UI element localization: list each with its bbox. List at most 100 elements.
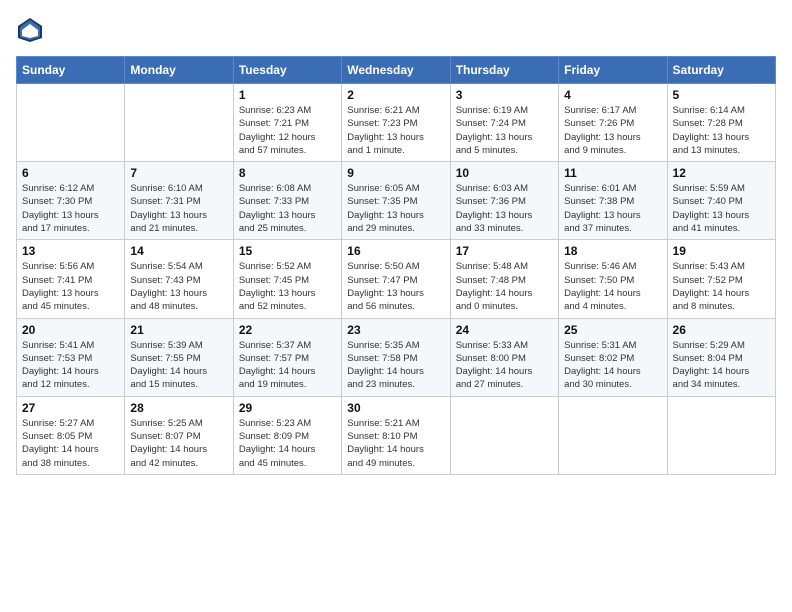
weekday-header: Wednesday bbox=[342, 57, 450, 84]
day-info: Sunrise: 6:23 AM Sunset: 7:21 PM Dayligh… bbox=[239, 104, 336, 157]
day-number: 11 bbox=[564, 166, 661, 180]
day-number: 23 bbox=[347, 323, 444, 337]
day-number: 28 bbox=[130, 401, 227, 415]
day-info: Sunrise: 5:33 AM Sunset: 8:00 PM Dayligh… bbox=[456, 339, 553, 392]
day-number: 4 bbox=[564, 88, 661, 102]
calendar-cell: 11 Sunrise: 6:01 AM Sunset: 7:38 PM Dayli… bbox=[559, 162, 667, 240]
calendar-cell: 23 Sunrise: 5:35 AM Sunset: 7:58 PM Dayli… bbox=[342, 318, 450, 396]
day-info: Sunrise: 5:52 AM Sunset: 7:45 PM Dayligh… bbox=[239, 260, 336, 313]
calendar-cell: 8 Sunrise: 6:08 AM Sunset: 7:33 PM Daylig… bbox=[233, 162, 341, 240]
calendar-cell: 3Sunrise: 6:19 AM Sunset: 7:24 PM Daylig… bbox=[450, 84, 558, 162]
calendar-cell: 29 Sunrise: 5:23 AM Sunset: 8:09 PM Dayli… bbox=[233, 396, 341, 474]
day-number: 21 bbox=[130, 323, 227, 337]
calendar-cell bbox=[125, 84, 233, 162]
day-number: 25 bbox=[564, 323, 661, 337]
day-info: Sunrise: 5:23 AM Sunset: 8:09 PM Dayligh… bbox=[239, 417, 336, 470]
day-info: Sunrise: 6:03 AM Sunset: 7:36 PM Dayligh… bbox=[456, 182, 553, 235]
day-info: Sunrise: 6:19 AM Sunset: 7:24 PM Dayligh… bbox=[456, 104, 553, 157]
day-info: Sunrise: 5:25 AM Sunset: 8:07 PM Dayligh… bbox=[130, 417, 227, 470]
day-number: 2 bbox=[347, 88, 444, 102]
day-number: 22 bbox=[239, 323, 336, 337]
calendar-cell: 20 Sunrise: 5:41 AM Sunset: 7:53 PM Dayli… bbox=[17, 318, 125, 396]
day-info: Sunrise: 6:05 AM Sunset: 7:35 PM Dayligh… bbox=[347, 182, 444, 235]
day-info: Sunrise: 5:31 AM Sunset: 8:02 PM Dayligh… bbox=[564, 339, 661, 392]
day-info: Sunrise: 5:59 AM Sunset: 7:40 PM Dayligh… bbox=[673, 182, 770, 235]
calendar-cell: 25 Sunrise: 5:31 AM Sunset: 8:02 PM Dayli… bbox=[559, 318, 667, 396]
calendar-cell bbox=[450, 396, 558, 474]
calendar-cell: 7Sunrise: 6:10 AM Sunset: 7:31 PM Daylig… bbox=[125, 162, 233, 240]
day-info: Sunrise: 5:21 AM Sunset: 8:10 PM Dayligh… bbox=[347, 417, 444, 470]
day-number: 18 bbox=[564, 244, 661, 258]
day-number: 13 bbox=[22, 244, 119, 258]
calendar-cell: 4Sunrise: 6:17 AM Sunset: 7:26 PM Daylig… bbox=[559, 84, 667, 162]
day-number: 9 bbox=[347, 166, 444, 180]
day-number: 14 bbox=[130, 244, 227, 258]
calendar-week-row: 13 Sunrise: 5:56 AM Sunset: 7:41 PM Dayli… bbox=[17, 240, 776, 318]
day-info: Sunrise: 5:39 AM Sunset: 7:55 PM Dayligh… bbox=[130, 339, 227, 392]
weekday-header: Friday bbox=[559, 57, 667, 84]
calendar-cell: 28 Sunrise: 5:25 AM Sunset: 8:07 PM Dayli… bbox=[125, 396, 233, 474]
day-info: Sunrise: 5:50 AM Sunset: 7:47 PM Dayligh… bbox=[347, 260, 444, 313]
calendar-cell bbox=[667, 396, 775, 474]
day-number: 19 bbox=[673, 244, 770, 258]
calendar-cell: 30 Sunrise: 5:21 AM Sunset: 8:10 PM Dayli… bbox=[342, 396, 450, 474]
weekday-header: Monday bbox=[125, 57, 233, 84]
day-number: 17 bbox=[456, 244, 553, 258]
day-number: 5 bbox=[673, 88, 770, 102]
calendar-cell: 13 Sunrise: 5:56 AM Sunset: 7:41 PM Dayli… bbox=[17, 240, 125, 318]
day-number: 20 bbox=[22, 323, 119, 337]
day-info: Sunrise: 5:54 AM Sunset: 7:43 PM Dayligh… bbox=[130, 260, 227, 313]
calendar-cell: 9 Sunrise: 6:05 AM Sunset: 7:35 PM Daylig… bbox=[342, 162, 450, 240]
calendar-cell bbox=[17, 84, 125, 162]
day-info: Sunrise: 6:12 AM Sunset: 7:30 PM Dayligh… bbox=[22, 182, 119, 235]
day-number: 15 bbox=[239, 244, 336, 258]
calendar-week-row: 1 Sunrise: 6:23 AM Sunset: 7:21 PM Daylig… bbox=[17, 84, 776, 162]
day-info: Sunrise: 5:29 AM Sunset: 8:04 PM Dayligh… bbox=[673, 339, 770, 392]
calendar-cell: 10 Sunrise: 6:03 AM Sunset: 7:36 PM Dayli… bbox=[450, 162, 558, 240]
weekday-header-row: SundayMondayTuesdayWednesdayThursdayFrid… bbox=[17, 57, 776, 84]
day-number: 30 bbox=[347, 401, 444, 415]
calendar-cell: 17 Sunrise: 5:48 AM Sunset: 7:48 PM Dayli… bbox=[450, 240, 558, 318]
calendar-cell: 27Sunrise: 5:27 AM Sunset: 8:05 PM Dayli… bbox=[17, 396, 125, 474]
weekday-header: Thursday bbox=[450, 57, 558, 84]
calendar-cell: 16 Sunrise: 5:50 AM Sunset: 7:47 PM Dayli… bbox=[342, 240, 450, 318]
calendar-cell bbox=[559, 396, 667, 474]
day-number: 26 bbox=[673, 323, 770, 337]
day-number: 1 bbox=[239, 88, 336, 102]
calendar-cell: 18Sunrise: 5:46 AM Sunset: 7:50 PM Dayli… bbox=[559, 240, 667, 318]
day-number: 8 bbox=[239, 166, 336, 180]
day-info: Sunrise: 5:43 AM Sunset: 7:52 PM Dayligh… bbox=[673, 260, 770, 313]
day-number: 16 bbox=[347, 244, 444, 258]
day-info: Sunrise: 6:01 AM Sunset: 7:38 PM Dayligh… bbox=[564, 182, 661, 235]
calendar-cell: 5 Sunrise: 6:14 AM Sunset: 7:28 PM Daylig… bbox=[667, 84, 775, 162]
logo bbox=[16, 16, 48, 44]
day-number: 10 bbox=[456, 166, 553, 180]
day-number: 24 bbox=[456, 323, 553, 337]
calendar-cell: 22Sunrise: 5:37 AM Sunset: 7:57 PM Dayli… bbox=[233, 318, 341, 396]
day-info: Sunrise: 6:10 AM Sunset: 7:31 PM Dayligh… bbox=[130, 182, 227, 235]
weekday-header: Tuesday bbox=[233, 57, 341, 84]
day-number: 29 bbox=[239, 401, 336, 415]
calendar-week-row: 20 Sunrise: 5:41 AM Sunset: 7:53 PM Dayli… bbox=[17, 318, 776, 396]
day-info: Sunrise: 5:35 AM Sunset: 7:58 PM Dayligh… bbox=[347, 339, 444, 392]
day-info: Sunrise: 5:41 AM Sunset: 7:53 PM Dayligh… bbox=[22, 339, 119, 392]
day-info: Sunrise: 5:56 AM Sunset: 7:41 PM Dayligh… bbox=[22, 260, 119, 313]
day-number: 12 bbox=[673, 166, 770, 180]
calendar-cell: 21 Sunrise: 5:39 AM Sunset: 7:55 PM Dayli… bbox=[125, 318, 233, 396]
page-header bbox=[16, 16, 776, 44]
day-info: Sunrise: 5:27 AM Sunset: 8:05 PM Dayligh… bbox=[22, 417, 119, 470]
day-info: Sunrise: 5:48 AM Sunset: 7:48 PM Dayligh… bbox=[456, 260, 553, 313]
day-info: Sunrise: 6:08 AM Sunset: 7:33 PM Dayligh… bbox=[239, 182, 336, 235]
calendar-cell: 19 Sunrise: 5:43 AM Sunset: 7:52 PM Dayli… bbox=[667, 240, 775, 318]
day-info: Sunrise: 6:14 AM Sunset: 7:28 PM Dayligh… bbox=[673, 104, 770, 157]
weekday-header: Saturday bbox=[667, 57, 775, 84]
weekday-header: Sunday bbox=[17, 57, 125, 84]
day-info: Sunrise: 6:21 AM Sunset: 7:23 PM Dayligh… bbox=[347, 104, 444, 157]
calendar-cell: 14 Sunrise: 5:54 AM Sunset: 7:43 PM Dayli… bbox=[125, 240, 233, 318]
calendar-cell: 15 Sunrise: 5:52 AM Sunset: 7:45 PM Dayli… bbox=[233, 240, 341, 318]
calendar-week-row: 6Sunrise: 6:12 AM Sunset: 7:30 PM Daylig… bbox=[17, 162, 776, 240]
calendar-table: SundayMondayTuesdayWednesdayThursdayFrid… bbox=[16, 56, 776, 475]
calendar-cell: 2 Sunrise: 6:21 AM Sunset: 7:23 PM Daylig… bbox=[342, 84, 450, 162]
calendar-week-row: 27Sunrise: 5:27 AM Sunset: 8:05 PM Dayli… bbox=[17, 396, 776, 474]
calendar-cell: 6Sunrise: 6:12 AM Sunset: 7:30 PM Daylig… bbox=[17, 162, 125, 240]
